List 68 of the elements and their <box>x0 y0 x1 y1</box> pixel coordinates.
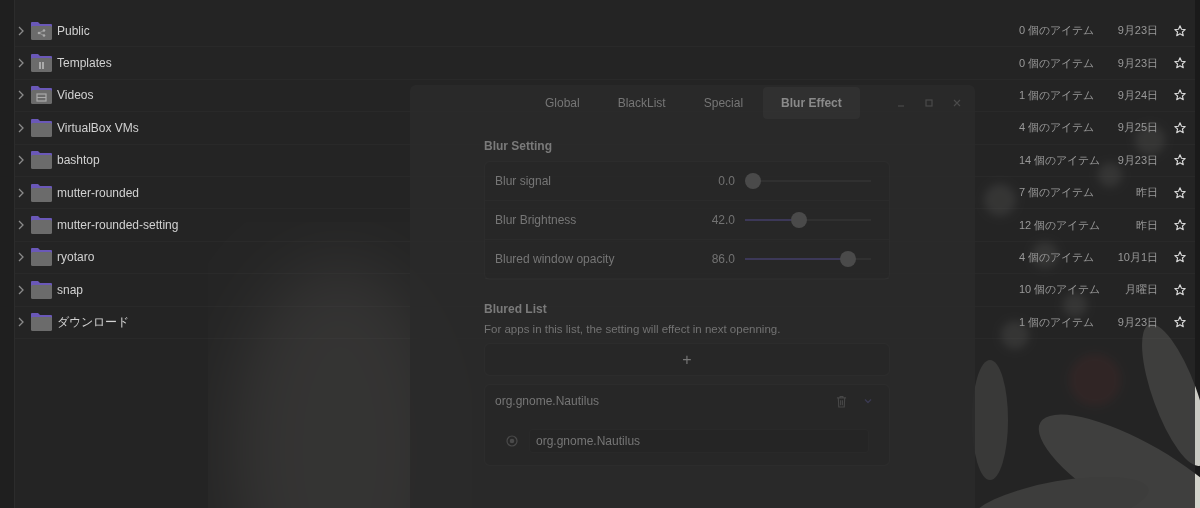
section-heading: Blured List <box>484 302 548 316</box>
slider-handle[interactable] <box>839 251 856 267</box>
file-name[interactable]: VirtualBox VMs <box>57 120 139 135</box>
star-icon[interactable] <box>1174 121 1186 134</box>
app-id: org.gnome.Nautilus <box>495 394 601 408</box>
modified-date: 9月23日 <box>1116 314 1158 330</box>
folder-icon <box>30 53 53 74</box>
star-icon[interactable] <box>1174 251 1186 264</box>
file-name[interactable]: Videos <box>57 88 94 103</box>
star-icon[interactable] <box>1174 24 1186 37</box>
file-name[interactable]: ryotaro <box>57 250 95 265</box>
file-name[interactable]: mutter-rounded-setting <box>57 218 179 233</box>
radio-button[interactable] <box>506 435 518 447</box>
tab[interactable]: Blur Effect <box>763 87 860 119</box>
star-icon[interactable] <box>1174 89 1186 102</box>
modified-date: 9月23日 <box>1116 23 1158 39</box>
file-name[interactable]: bashtop <box>57 153 100 168</box>
item-count: 0 個のアイテム <box>1019 23 1096 39</box>
modified-date: 10月1日 <box>1116 249 1158 265</box>
file-name[interactable]: snap <box>57 282 84 297</box>
modified-date: 月曜日 <box>1124 282 1158 298</box>
item-count: 0 個のアイテム <box>1019 55 1096 71</box>
slider-handle[interactable] <box>791 212 808 228</box>
folder-icon <box>30 215 53 236</box>
item-count: 7 個のアイテム <box>1019 185 1096 201</box>
folder-icon <box>30 279 53 300</box>
slider-value: 86.0 <box>711 252 735 266</box>
folder-icon <box>30 182 53 203</box>
slider[interactable] <box>745 173 871 189</box>
setting-label: Blured window opacity <box>495 252 616 266</box>
slider[interactable] <box>745 251 871 267</box>
section-heading: Blur Setting <box>484 139 553 153</box>
file-name[interactable]: Public <box>57 23 90 38</box>
modified-date: 9月25日 <box>1116 120 1158 136</box>
star-icon[interactable] <box>1174 154 1186 167</box>
star-icon[interactable] <box>1174 219 1186 232</box>
star-icon[interactable] <box>1174 186 1186 199</box>
file-name[interactable]: Templates <box>57 56 112 71</box>
item-count: 10 個のアイテム <box>1019 282 1102 298</box>
slider-value: 0.0 <box>718 174 735 188</box>
star-icon[interactable] <box>1174 316 1186 329</box>
item-count: 1 個のアイテム <box>1019 87 1096 103</box>
setting-label: Blur signal <box>495 174 553 188</box>
folder-icon <box>30 85 53 106</box>
star-icon[interactable] <box>1174 283 1186 296</box>
modified-date: 昨日 <box>1135 217 1158 233</box>
setting-label: Blur Brightness <box>495 213 578 227</box>
folder-icon <box>30 150 53 171</box>
modified-date: 9月23日 <box>1116 152 1158 168</box>
modified-date: 9月23日 <box>1116 55 1158 71</box>
slider-handle[interactable] <box>745 173 761 189</box>
item-count: 1 個のアイテム <box>1019 314 1096 330</box>
file-name[interactable]: ダウンロード <box>57 313 129 331</box>
file-name[interactable]: mutter-rounded <box>57 185 140 200</box>
item-count: 4 個のアイテム <box>1019 249 1096 265</box>
item-count: 12 個のアイテム <box>1019 217 1102 233</box>
modified-date: 昨日 <box>1135 185 1158 201</box>
folder-icon <box>30 247 53 268</box>
slider[interactable] <box>745 212 871 228</box>
slider-value: 42.0 <box>711 213 735 227</box>
folder-icon <box>30 312 53 333</box>
item-count: 14 個のアイテム <box>1019 152 1102 168</box>
item-count: 4 個のアイテム <box>1019 120 1096 136</box>
section-description: For apps in this list, the setting will effect in next openning. <box>484 323 782 335</box>
star-icon[interactable] <box>1174 57 1186 70</box>
modified-date: 9月24日 <box>1116 87 1158 103</box>
folder-icon <box>30 20 53 41</box>
folder-icon <box>30 117 53 138</box>
